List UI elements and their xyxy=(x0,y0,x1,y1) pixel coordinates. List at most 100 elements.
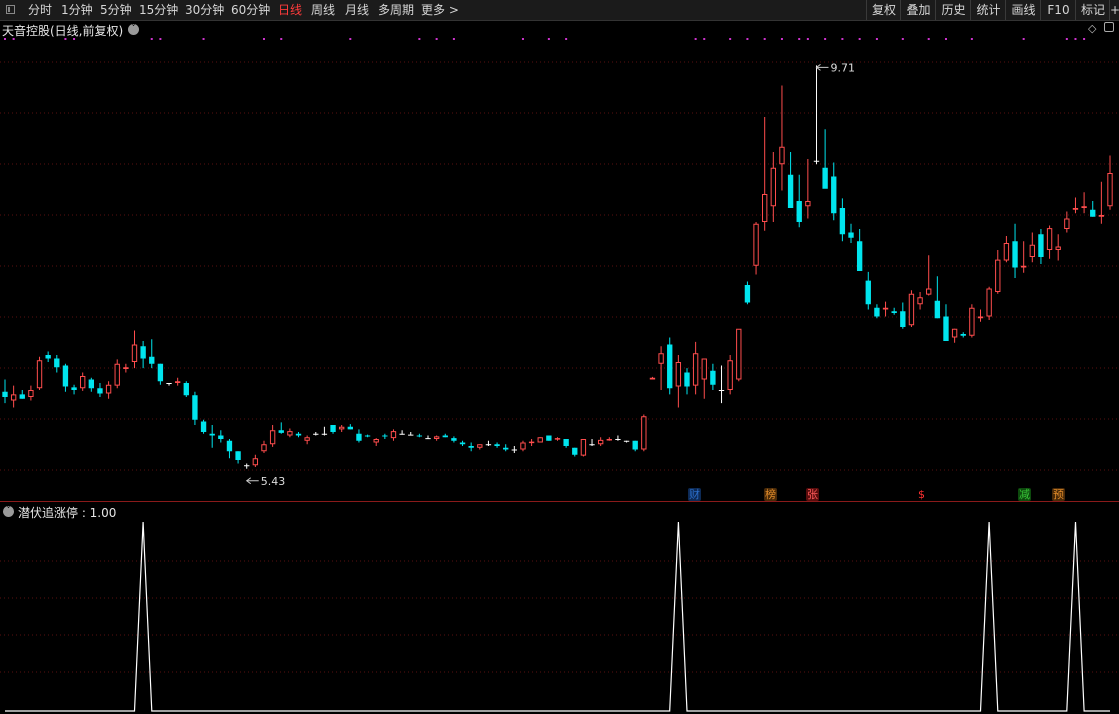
signal-dot xyxy=(901,38,904,40)
candle-body xyxy=(140,346,146,359)
candle-body xyxy=(528,441,535,444)
candle-body xyxy=(710,370,716,385)
candle-body xyxy=(1064,218,1070,229)
event-dollar[interactable]: $ xyxy=(915,488,928,501)
candle-body xyxy=(1029,244,1035,257)
candle-body xyxy=(632,440,638,450)
indicator-title: 潜伏追涨停 : 1.00 xyxy=(18,504,116,521)
candle-body xyxy=(787,174,794,208)
candle-body xyxy=(554,438,561,440)
candle-body xyxy=(114,363,120,386)
candle-body xyxy=(494,444,500,446)
signal-dot xyxy=(262,38,265,40)
signal-dot xyxy=(694,38,697,40)
candle-body xyxy=(986,288,992,317)
candle-body xyxy=(200,421,207,432)
signal-dot xyxy=(202,38,205,40)
diamond-icon[interactable]: ◇ xyxy=(1088,22,1096,35)
candle-body xyxy=(649,377,656,380)
candle-body xyxy=(157,363,164,382)
candle-body xyxy=(45,355,51,359)
candle-body xyxy=(218,435,224,439)
signal-dots xyxy=(4,38,1086,40)
candle-body xyxy=(701,358,707,380)
candle-body xyxy=(537,437,543,443)
candle-body xyxy=(856,241,863,271)
candle-body xyxy=(1055,246,1061,250)
main-grid xyxy=(0,61,1119,471)
signal-dot xyxy=(798,38,801,40)
signal-dot xyxy=(280,38,283,40)
signal-dot xyxy=(780,38,783,40)
signal-dot xyxy=(435,38,438,40)
candle-body xyxy=(105,384,112,394)
candle-body xyxy=(131,344,138,362)
candle-body xyxy=(839,208,846,235)
candle-body xyxy=(287,431,293,436)
candle-body xyxy=(805,201,811,207)
candle-body xyxy=(951,328,958,338)
candle-body xyxy=(684,372,690,387)
event-limit-up[interactable]: 张 xyxy=(806,488,819,501)
indicator-chevron-icon[interactable]: ˅ xyxy=(3,506,14,517)
signal-dot xyxy=(1083,38,1086,40)
candle-body xyxy=(675,362,682,387)
candle-body xyxy=(977,316,984,319)
candle-body xyxy=(736,328,742,380)
candle-body xyxy=(822,167,828,189)
signal-dot xyxy=(729,38,732,40)
candle-body xyxy=(390,431,397,439)
signal-dot xyxy=(763,38,766,40)
candle-body xyxy=(209,433,215,436)
event-forecast[interactable]: 预 xyxy=(1052,488,1065,501)
candle-body xyxy=(1072,208,1079,210)
panel-divider xyxy=(0,501,1119,502)
candle-body xyxy=(1090,209,1096,217)
signal-dot xyxy=(944,38,947,40)
event-billboard[interactable]: 榜 xyxy=(764,488,777,501)
signal-dot xyxy=(970,38,973,40)
signal-dot xyxy=(521,38,524,40)
candle-body xyxy=(926,288,932,295)
candle-body xyxy=(900,311,906,327)
candle-body xyxy=(908,293,915,326)
candle-body xyxy=(572,447,578,455)
candles xyxy=(2,65,1113,469)
candle-body xyxy=(347,426,353,430)
event-reduce[interactable]: 减 xyxy=(1018,488,1031,501)
signal-dot xyxy=(349,38,352,40)
candle-body xyxy=(80,376,86,389)
candle-body xyxy=(244,465,250,467)
candle-body xyxy=(54,358,60,368)
candle-body xyxy=(88,379,95,389)
candle-body xyxy=(744,285,751,303)
candle-body xyxy=(408,434,414,436)
signal-dot xyxy=(806,38,809,40)
candle-body xyxy=(1012,241,1018,268)
candle-body xyxy=(304,437,310,441)
close-icon[interactable] xyxy=(1104,22,1114,32)
signal-line xyxy=(5,521,1110,712)
signal-dot xyxy=(150,38,153,40)
candle-body xyxy=(882,307,889,310)
candle-body xyxy=(969,307,975,336)
candle-body xyxy=(252,458,259,466)
candle-body xyxy=(891,311,897,313)
candle-body xyxy=(762,194,768,222)
candle-body xyxy=(313,433,319,435)
candle-body xyxy=(71,387,77,390)
signal-dot xyxy=(824,38,827,40)
candle-body xyxy=(606,439,612,441)
candle-body xyxy=(563,439,569,446)
candle-body xyxy=(1081,206,1087,208)
chevron-down-icon[interactable]: ˅ xyxy=(128,24,139,35)
candle-body xyxy=(1020,265,1027,268)
signal-dot xyxy=(547,38,550,40)
candle-body xyxy=(149,356,155,364)
candle-body xyxy=(2,391,8,397)
candle-body xyxy=(597,439,604,445)
candle-body xyxy=(796,201,802,222)
candle-body xyxy=(192,395,198,420)
event-finance[interactable]: 财 xyxy=(688,488,701,501)
candle-body xyxy=(356,433,362,441)
